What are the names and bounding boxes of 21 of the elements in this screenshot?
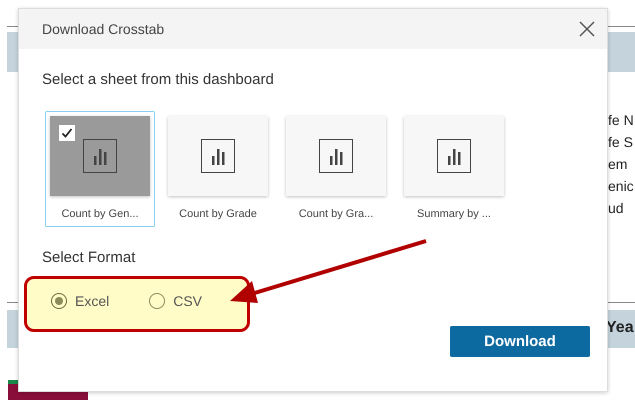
dialog-title: Download Crosstab: [42, 21, 164, 37]
background-text: fe S: [608, 134, 634, 151]
download-button[interactable]: Download: [450, 326, 590, 357]
background-text: em: [608, 156, 628, 173]
column-header: Yea: [606, 319, 634, 337]
format-prompt: Select Format: [42, 249, 136, 266]
sheet-prompt: Select a sheet from this dashboard: [42, 71, 275, 88]
sheet-tile[interactable]: Count by Gen...: [45, 111, 155, 227]
bar-chart-icon: [437, 139, 471, 173]
background-text: ud: [608, 200, 625, 217]
background-text: fe N: [608, 112, 634, 129]
radio-button[interactable]: [149, 293, 166, 309]
radio-button[interactable]: [51, 293, 67, 309]
checkbox-checked[interactable]: [59, 125, 75, 141]
bar-chart-icon: [83, 139, 117, 173]
bar-chart-icon: [319, 139, 353, 173]
close-icon[interactable]: [579, 21, 595, 37]
format-option-label[interactable]: Excel: [75, 293, 110, 309]
background-text: enic: [608, 178, 634, 195]
format-option-label[interactable]: CSV: [173, 293, 202, 309]
bar-chart-icon: [201, 139, 235, 173]
